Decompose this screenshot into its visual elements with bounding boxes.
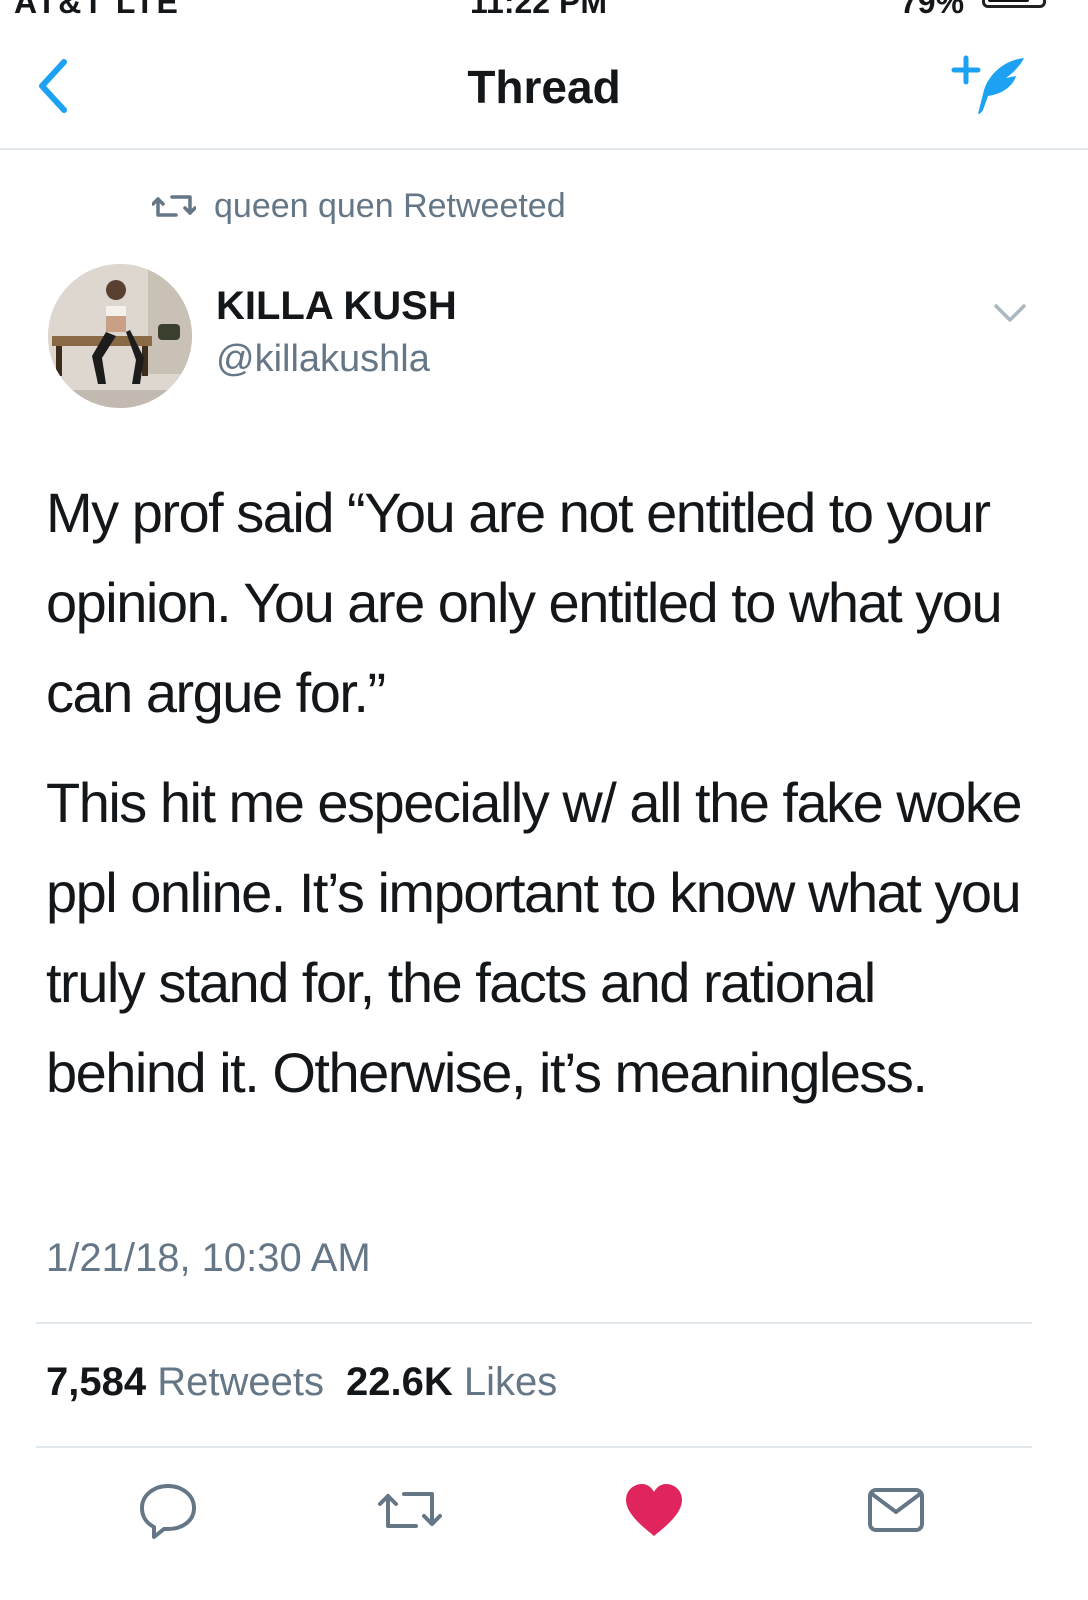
retweets-count: 7,584 [46,1360,147,1404]
likes-label: Likes [463,1360,558,1404]
retweeted-by-text: queen quen Retweeted [214,186,566,225]
retweets-label: Retweets [157,1360,324,1404]
tweet-paragraph: My prof said “You are not entitled to yo… [46,481,1003,724]
compose-tweet-icon [951,55,1024,114]
tweet-timestamp: 1/21/18, 10:30 AM [46,1236,371,1280]
reply-icon [140,1484,196,1539]
author-handle[interactable]: @killakushla [216,338,430,381]
page-title: Thread [467,61,621,113]
divider [36,1322,1032,1324]
tweet-paragraph: This hit me especially w/ all the fake w… [46,771,1023,1104]
clock: 11:22 PM [470,0,607,20]
carrier-label: AT&T LTE [14,0,180,20]
engagement-stats: 7,584 Retweets 22.6K Likes [46,1360,557,1405]
nav-bar: Thread [0,22,1088,150]
avatar-photo [48,264,192,408]
status-bar: AT&T LTE 11:22 PM 79% [0,0,1088,22]
share-via-dm-button[interactable] [864,1480,928,1540]
battery-percent: 79% [900,0,965,20]
retweet-icon [378,1492,442,1528]
like-button[interactable] [622,1480,686,1540]
heart-icon [626,1484,682,1536]
battery-level [988,0,1030,2]
compose-tweet-button[interactable] [950,52,1030,124]
retweets-stat[interactable]: 7,584 Retweets [46,1360,324,1404]
author-name[interactable]: KILLA KUSH [216,284,457,329]
battery-icon [982,0,1046,8]
reply-button[interactable] [136,1480,200,1540]
divider [36,1446,1032,1448]
retweet-button[interactable] [378,1480,442,1540]
likes-stat[interactable]: 22.6K Likes [346,1360,557,1404]
likes-count: 22.6K [345,1360,453,1404]
avatar[interactable] [48,264,192,408]
retweet-icon [152,195,196,217]
envelope-icon [868,1488,924,1532]
tweet-text: My prof said “You are not entitled to yo… [46,468,1046,1118]
retweeted-by-label[interactable]: queen quen Retweeted [152,186,566,226]
chevron-down-icon [994,304,1026,322]
tweet-options-button[interactable] [990,298,1030,328]
